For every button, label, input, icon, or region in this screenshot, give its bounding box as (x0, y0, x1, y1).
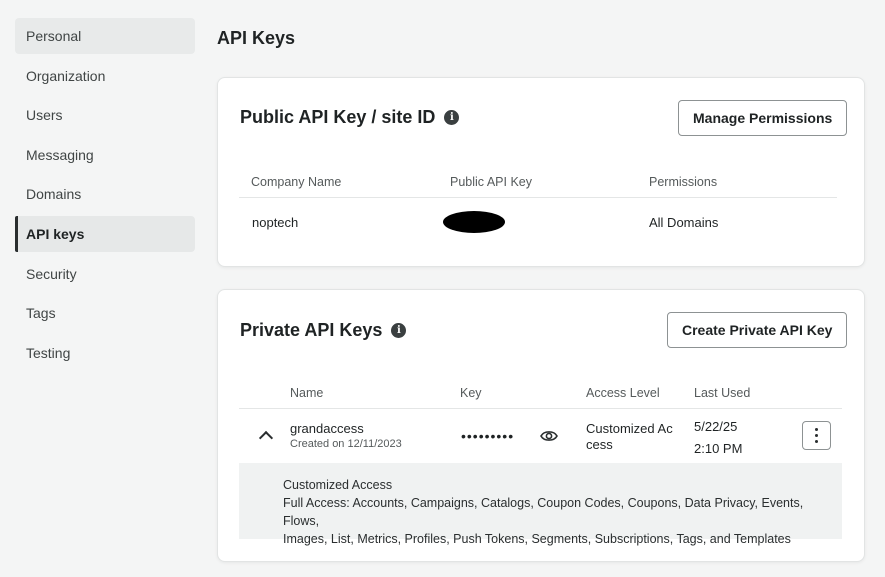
last-used-time: 2:10 PM (694, 441, 743, 456)
key-created-date: Created on 12/11/2023 (290, 438, 402, 450)
private-keys-title: Private API Keys (240, 320, 383, 340)
column-header-name: Name (290, 386, 324, 400)
public-key-heading: Public API Key / site ID i (240, 107, 460, 128)
info-icon[interactable]: i (444, 110, 460, 125)
info-icon[interactable]: i (391, 323, 407, 338)
key-permissions-details: Customized Access Full Access: Accounts,… (239, 463, 842, 546)
sidebar-item-domains[interactable]: Domains (15, 176, 195, 212)
access-level-line-1: Customized Ac (586, 421, 673, 436)
sidebar-item-api-keys[interactable]: API keys (15, 215, 195, 252)
column-header-public-api-key: Public API Key (450, 175, 532, 189)
redacted-public-key (443, 211, 505, 233)
private-keys-heading: Private API Keys i (240, 320, 407, 341)
sidebar-item-testing[interactable]: Testing (15, 335, 195, 371)
manage-permissions-button[interactable]: Manage Permissions (678, 100, 848, 136)
private-api-keys-card: Private API Keys i Create Private API Ke… (217, 289, 865, 562)
details-line-2: Images, List, Metrics, Profiles, Push To… (283, 532, 791, 546)
company-name-cell: noptech (252, 215, 299, 230)
sidebar-item-organization[interactable]: Organization (15, 58, 195, 94)
column-header-permissions: Permissions (649, 175, 718, 189)
table-divider (239, 197, 837, 198)
column-header-last-used: Last Used (694, 386, 751, 400)
sidebar-item-personal[interactable]: Personal (15, 18, 195, 54)
table-divider (239, 408, 842, 409)
sidebar-item-tags[interactable]: Tags (15, 295, 195, 331)
sidebar-item-messaging[interactable]: Messaging (15, 137, 195, 173)
settings-sidebar: Personal Organization Users Messaging Do… (15, 18, 195, 374)
public-api-key-card: Public API Key / site ID i Manage Permis… (217, 77, 865, 267)
sidebar-item-users[interactable]: Users (15, 97, 195, 133)
column-header-access-level: Access Level (586, 386, 660, 400)
kebab-menu-icon[interactable] (802, 421, 831, 450)
column-header-company-name: Company Name (251, 175, 342, 189)
key-name-cell: grandaccess (290, 421, 364, 436)
last-used-date: 5/22/25 (694, 419, 738, 434)
chevron-up-icon[interactable] (258, 430, 274, 446)
details-line-1: Full Access: Accounts, Campaigns, Catalo… (283, 496, 804, 528)
eye-icon[interactable] (540, 429, 558, 443)
page-title: API Keys (217, 28, 296, 48)
access-level-line-2: cess (586, 437, 613, 452)
public-key-title: Public API Key / site ID (240, 107, 436, 127)
sidebar-item-security[interactable]: Security (15, 256, 195, 292)
column-header-key: Key (460, 386, 482, 400)
create-private-api-key-button[interactable]: Create Private API Key (667, 312, 848, 348)
details-heading: Customized Access (283, 478, 393, 492)
permissions-cell: All Domains (649, 215, 719, 230)
masked-private-key: ••••••••• (461, 428, 515, 444)
